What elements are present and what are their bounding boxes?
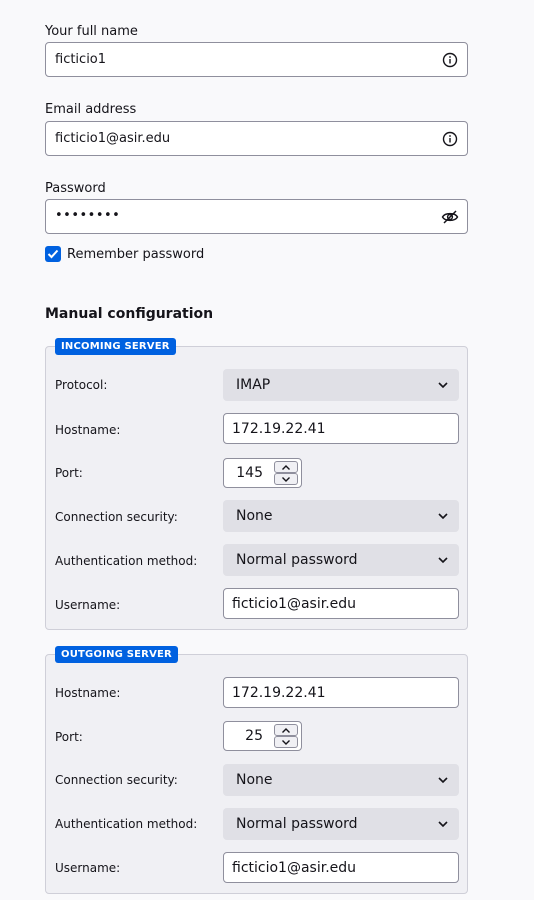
password-value: •••••••• — [55, 208, 121, 223]
remember-password-checkbox[interactable] — [45, 246, 61, 262]
outgoing-username-value: ficticio1@asir.edu — [232, 860, 357, 876]
increment-button[interactable] — [274, 724, 298, 736]
decrement-button[interactable] — [274, 736, 298, 748]
outgoing-auth-select[interactable]: Normal password — [223, 808, 459, 840]
incoming-port-value: 145 — [236, 465, 263, 481]
info-icon[interactable] — [441, 130, 459, 148]
decrement-button[interactable] — [274, 473, 298, 485]
incoming-hostname-input[interactable]: 172.19.22.41 — [223, 413, 459, 444]
incoming-username-input[interactable]: ficticio1@asir.edu — [223, 588, 459, 619]
chevron-down-icon — [282, 739, 290, 745]
incoming-server-tag: INCOMING SERVER — [55, 338, 176, 355]
outgoing-security-select[interactable]: None — [223, 764, 459, 796]
incoming-username-value: ficticio1@asir.edu — [232, 596, 357, 612]
increment-button[interactable] — [274, 461, 298, 473]
outgoing-port-stepper[interactable]: 25 — [223, 721, 302, 751]
incoming-username-label: Username: — [55, 598, 121, 612]
chevron-down-icon — [438, 382, 448, 389]
chevron-down-icon — [438, 777, 448, 784]
info-icon[interactable] — [441, 51, 459, 69]
incoming-auth-label: Authentication method: — [55, 554, 198, 568]
chevron-down-icon — [438, 513, 448, 520]
outgoing-auth-label: Authentication method: — [55, 817, 198, 831]
remember-password-row[interactable]: Remember password — [45, 245, 204, 263]
incoming-security-value: None — [236, 508, 273, 524]
password-label: Password — [45, 181, 106, 196]
outgoing-server-tag: OUTGOING SERVER — [55, 646, 178, 663]
incoming-auth-select[interactable]: Normal password — [223, 544, 459, 576]
incoming-protocol-select[interactable]: IMAP — [223, 369, 459, 401]
chevron-up-icon — [282, 727, 290, 733]
full-name-input[interactable]: ficticio1 — [45, 42, 468, 77]
incoming-hostname-label: Hostname: — [55, 423, 121, 437]
outgoing-security-label: Connection security: — [55, 773, 178, 787]
incoming-port-stepper[interactable]: 145 — [223, 458, 302, 488]
remember-password-label: Remember password — [67, 246, 205, 262]
incoming-hostname-value: 172.19.22.41 — [232, 421, 326, 437]
outgoing-security-value: None — [236, 772, 273, 788]
eye-slash-icon[interactable] — [441, 208, 459, 226]
full-name-label: Your full name — [45, 24, 138, 39]
outgoing-username-label: Username: — [55, 861, 121, 875]
incoming-security-select[interactable]: None — [223, 500, 459, 532]
chevron-down-icon — [438, 821, 448, 828]
chevron-down-icon — [438, 557, 448, 564]
incoming-security-label: Connection security: — [55, 510, 178, 524]
incoming-port-label: Port: — [55, 466, 83, 480]
email-input[interactable]: ficticio1@asir.edu — [45, 121, 468, 156]
outgoing-hostname-label: Hostname: — [55, 686, 121, 700]
outgoing-auth-value: Normal password — [236, 816, 358, 832]
outgoing-hostname-input[interactable]: 172.19.22.41 — [223, 677, 459, 708]
incoming-protocol-label: Protocol: — [55, 378, 108, 392]
email-label: Email address — [45, 102, 137, 117]
email-value: ficticio1@asir.edu — [55, 131, 171, 146]
incoming-protocol-value: IMAP — [236, 377, 271, 393]
outgoing-username-input[interactable]: ficticio1@asir.edu — [223, 852, 459, 883]
chevron-down-icon — [282, 476, 290, 482]
password-input[interactable]: •••••••• — [45, 199, 468, 234]
chevron-up-icon — [282, 464, 290, 470]
outgoing-port-value: 25 — [245, 728, 263, 744]
full-name-value: ficticio1 — [55, 52, 107, 67]
outgoing-hostname-value: 172.19.22.41 — [232, 685, 326, 701]
incoming-auth-value: Normal password — [236, 552, 358, 568]
manual-configuration-heading: Manual configuration — [45, 306, 214, 322]
outgoing-port-label: Port: — [55, 730, 83, 744]
checkmark-icon — [47, 249, 59, 259]
